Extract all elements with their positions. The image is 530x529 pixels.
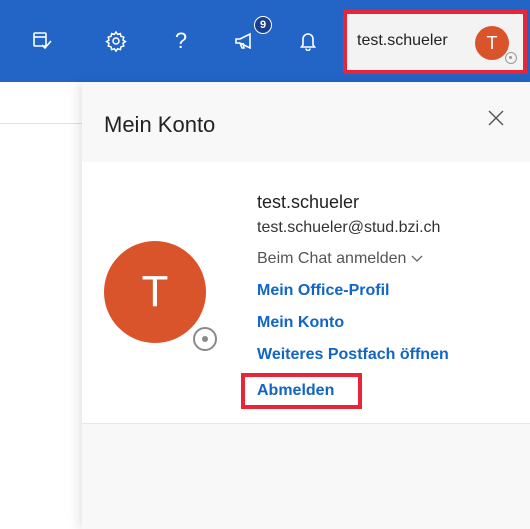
account-info: test.schueler test.schueler@stud.bzi.ch … <box>257 190 449 366</box>
chevron-down-icon <box>411 255 423 262</box>
close-icon[interactable] <box>484 106 508 130</box>
display-name: test.schueler <box>257 192 360 212</box>
panel-title: Mein Konto <box>104 112 216 137</box>
open-other-mailbox-link[interactable]: Weiteres Postfach öffnen <box>257 344 449 366</box>
presence-status-icon[interactable] <box>193 327 217 351</box>
my-account-link[interactable]: Mein Konto <box>257 312 449 334</box>
megaphone-icon[interactable] <box>231 27 259 55</box>
bell-icon[interactable] <box>294 27 322 55</box>
profile-avatar: T <box>104 241 206 343</box>
gear-icon[interactable] <box>102 27 130 55</box>
chat-signin-label: Beim Chat anmelden <box>257 250 407 267</box>
help-icon[interactable]: ? <box>167 27 195 55</box>
presence-status-icon <box>505 52 517 64</box>
whatsnew-badge: 9 <box>254 16 272 34</box>
calendar-check-icon[interactable] <box>29 27 57 55</box>
left-pane <box>0 82 82 529</box>
chat-signin-dropdown[interactable]: Beim Chat anmelden <box>257 246 449 272</box>
office-profile-link[interactable]: Mein Office-Profil <box>257 280 449 302</box>
help-label: ? <box>174 28 188 53</box>
top-bar: ? 9 test.schueler T <box>0 0 530 82</box>
account-username: test.schueler <box>357 32 448 49</box>
left-divider <box>0 123 82 124</box>
email-address: test.schueler@stud.bzi.ch <box>257 219 441 236</box>
account-avatar: T <box>475 26 509 60</box>
sign-out-link[interactable]: Abmelden <box>257 380 334 402</box>
account-manager-button[interactable]: test.schueler T <box>343 10 527 74</box>
account-panel: Mein Konto T test.schueler test.schueler… <box>82 82 530 529</box>
